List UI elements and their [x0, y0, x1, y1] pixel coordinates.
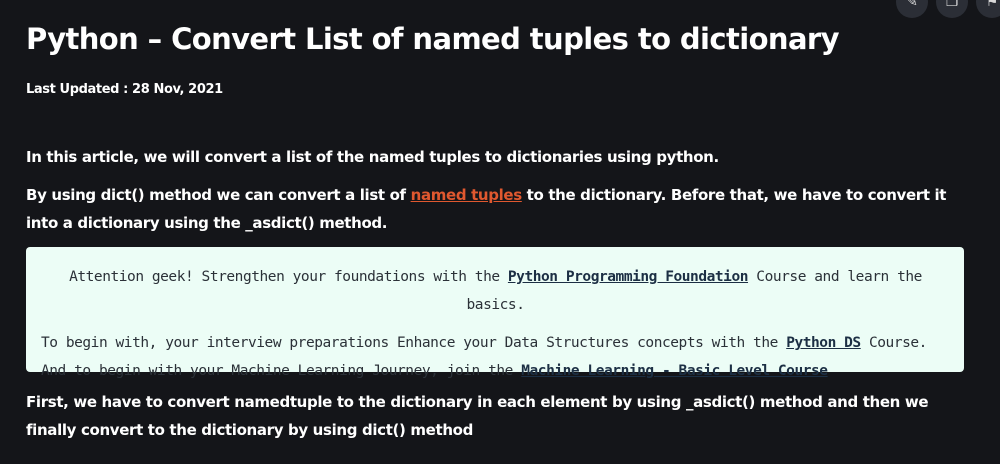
- bookmark-icon[interactable]: ⚑: [976, 0, 1000, 18]
- method-text-start: By using dict() method we can convert a …: [26, 186, 411, 204]
- conversion-paragraph: First, we have to convert namedtuple to …: [26, 393, 929, 439]
- notice-text: Attention geek! Strengthen your foundati…: [69, 269, 508, 285]
- method-paragraph: By using dict() method we can convert a …: [26, 181, 966, 237]
- python-foundation-link[interactable]: Python Programming Foundation: [508, 269, 749, 285]
- page-title: Python – Convert List of named tuples to…: [26, 22, 840, 56]
- notice-line-courses: To begin with, your interview preparatio…: [41, 329, 950, 385]
- machine-learning-course-link[interactable]: Machine Learning - Basic Level Course: [521, 363, 828, 379]
- pencil-icon[interactable]: ✎: [896, 0, 928, 18]
- python-ds-link[interactable]: Python DS: [786, 335, 861, 351]
- article-actions: ✎ ❐ ⚑: [896, 0, 1000, 18]
- course-notice-box: Attention geek! Strengthen your foundati…: [26, 247, 964, 379]
- last-updated: Last Updated : 28 Nov, 2021: [26, 82, 223, 97]
- named-tuples-link[interactable]: named tuples: [411, 186, 523, 204]
- copy-icon[interactable]: ❐: [936, 0, 968, 18]
- intro-paragraph: In this article, we will convert a list …: [26, 148, 719, 166]
- notice-text: To begin with, your interview preparatio…: [41, 335, 787, 351]
- notice-line-foundation: Attention geek! Strengthen your foundati…: [41, 263, 950, 319]
